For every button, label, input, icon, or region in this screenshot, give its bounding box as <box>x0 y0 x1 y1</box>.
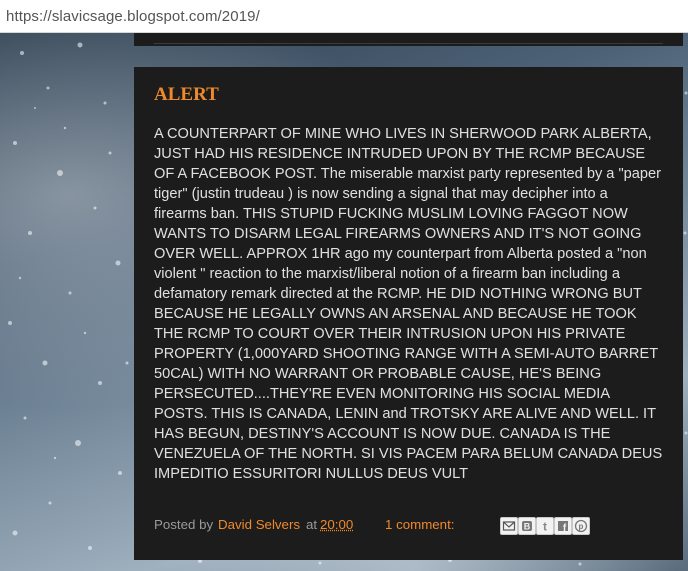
post-title[interactable]: ALERT <box>154 84 219 106</box>
blog-post: ALERT A COUNTERPART OF MINE WHO LIVES IN… <box>134 67 683 560</box>
svg-text:t: t <box>543 520 547 534</box>
pinterest-icon[interactable]: p <box>572 517 590 535</box>
email-icon[interactable] <box>500 517 518 535</box>
post-timestamp-link[interactable]: 20:00 <box>320 517 353 532</box>
post-body: A COUNTERPART OF MINE WHO LIVES IN SHERW… <box>154 126 663 482</box>
blogger-icon[interactable]: B <box>518 517 536 535</box>
posted-by-label: Posted by <box>154 517 214 532</box>
previous-post-bottom <box>134 33 683 46</box>
facebook-icon[interactable]: f <box>554 517 572 535</box>
svg-text:p: p <box>579 522 584 531</box>
svg-text:B: B <box>524 522 531 532</box>
author-link[interactable]: David Selvers <box>218 517 300 532</box>
comments-link[interactable]: 1 comment: <box>385 517 454 532</box>
at-label: at <box>306 517 318 532</box>
post-footer: Posted by David Selvers at 20:00 1 comme… <box>154 517 674 539</box>
address-bar[interactable]: https://slavicsage.blogspot.com/2019/ <box>0 0 688 33</box>
address-bar-url[interactable]: https://slavicsage.blogspot.com/2019/ <box>6 8 260 25</box>
divider <box>154 43 663 44</box>
twitter-icon[interactable]: t <box>536 517 554 535</box>
